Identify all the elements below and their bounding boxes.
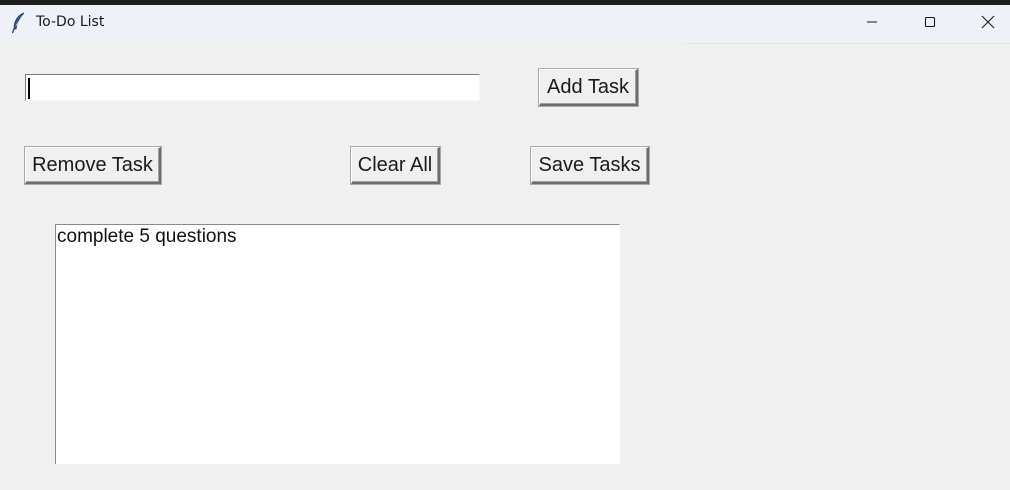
minimize-icon (866, 15, 878, 33)
maximize-icon (924, 15, 936, 33)
maximize-button[interactable] (901, 5, 959, 43)
window-title: To-Do List (36, 14, 105, 30)
text-caret (28, 78, 30, 99)
add-task-button[interactable]: Add Task (539, 69, 638, 106)
task-listbox[interactable]: complete 5 questions (55, 224, 620, 464)
clear-all-button[interactable]: Clear All (351, 147, 440, 184)
close-icon (981, 15, 995, 34)
save-tasks-button[interactable]: Save Tasks (531, 147, 649, 184)
list-item[interactable]: complete 5 questions (56, 225, 619, 249)
remove-task-button[interactable]: Remove Task (25, 147, 161, 184)
task-input[interactable] (25, 74, 480, 101)
client-edge-shade (683, 43, 1010, 44)
title-bar[interactable]: To-Do List (0, 5, 1010, 43)
minimize-button[interactable] (843, 5, 901, 43)
close-button[interactable] (959, 5, 1010, 43)
feather-icon (11, 12, 27, 34)
